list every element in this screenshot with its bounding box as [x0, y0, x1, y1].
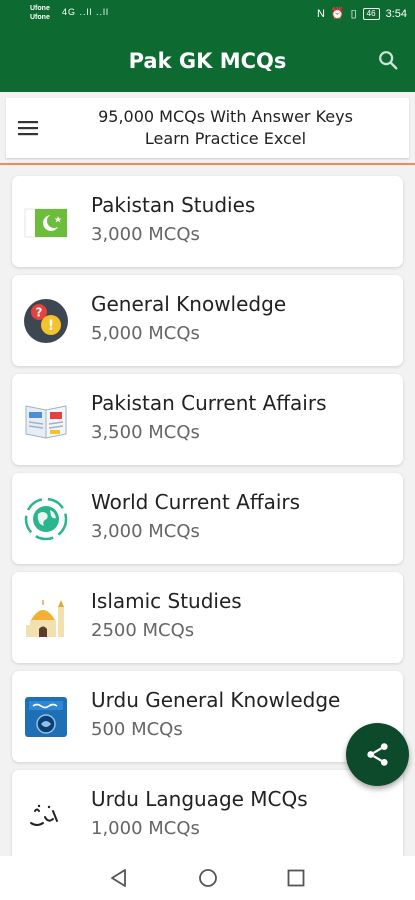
- status-bar: Ufone Ufone 4G ..ll ..ll N ⏰ ▯ 46 3:54: [0, 0, 415, 30]
- svg-text:!: !: [48, 318, 54, 334]
- status-right: N ⏰ ▯ 46 3:54: [317, 7, 407, 20]
- accent-divider: [0, 163, 415, 165]
- category-list: Pakistan Studies 3,000 MCQs ? ! General …: [12, 176, 403, 869]
- signal-indicator: 4G ..ll ..ll: [62, 7, 110, 17]
- banner-line-1: 95,000 MCQs With Answer Keys: [98, 107, 353, 126]
- status-time: 3:54: [385, 7, 407, 20]
- category-count: 3,000 MCQs: [91, 521, 200, 542]
- category-title: Islamic Studies: [91, 589, 242, 613]
- vibrate-icon: ▯: [350, 8, 357, 20]
- app-title: Pak GK MCQs: [128, 49, 287, 73]
- globe-icon: [24, 497, 68, 541]
- carrier-1: Ufone: [30, 5, 50, 12]
- banner-text: 95,000 MCQs With Answer Keys Learn Pract…: [50, 106, 401, 150]
- question-exclamation-icon: ? !: [24, 299, 68, 343]
- category-card-islamic-studies[interactable]: Islamic Studies 2500 MCQs: [12, 572, 403, 663]
- category-title: World Current Affairs: [91, 490, 301, 514]
- category-count: 500 MCQs: [91, 719, 183, 740]
- category-count: 3,000 MCQs: [91, 224, 200, 245]
- recents-square-icon[interactable]: [284, 866, 308, 890]
- banner-line-2: Learn Practice Excel: [144, 129, 307, 148]
- hamburger-menu-icon[interactable]: [16, 116, 40, 140]
- alarm-icon: ⏰: [330, 8, 345, 20]
- home-circle-icon[interactable]: [196, 866, 220, 890]
- category-card-urdu-general-knowledge[interactable]: Urdu General Knowledge 500 MCQs: [12, 671, 403, 762]
- category-count: 5,000 MCQs: [91, 323, 200, 344]
- battery-icon: 46: [362, 7, 380, 20]
- category-title: Pakistan Current Affairs: [91, 391, 327, 415]
- search-icon[interactable]: [377, 49, 399, 71]
- category-card-world-current-affairs[interactable]: World Current Affairs 3,000 MCQs: [12, 473, 403, 564]
- category-card-urdu-language[interactable]: Urdu Language MCQs 1,000 MCQs: [12, 770, 403, 861]
- back-triangle-icon[interactable]: [107, 866, 131, 890]
- urdu-calligraphy-icon: [23, 793, 69, 839]
- category-title: Urdu General Knowledge: [91, 688, 341, 712]
- category-count: 2500 MCQs: [91, 620, 195, 641]
- category-title: Urdu Language MCQs: [91, 787, 308, 811]
- category-count: 1,000 MCQs: [91, 818, 200, 839]
- category-card-general-knowledge[interactable]: ? ! General Knowledge 5,000 MCQs: [12, 275, 403, 366]
- share-icon: [367, 743, 388, 766]
- pakistan-flag-icon: [24, 208, 68, 238]
- category-count: 3,500 MCQs: [91, 422, 200, 443]
- carrier-2: Ufone: [30, 14, 50, 21]
- category-title: Pakistan Studies: [91, 193, 256, 217]
- svg-text:?: ?: [36, 306, 43, 320]
- category-card-pakistan-current-affairs[interactable]: Pakistan Current Affairs 3,500 MCQs: [12, 374, 403, 465]
- urdu-book-icon: [25, 697, 67, 737]
- header-banner: 95,000 MCQs With Answer Keys Learn Pract…: [6, 98, 409, 158]
- nfc-icon: N: [316, 7, 325, 20]
- newspaper-icon: [25, 405, 67, 439]
- share-fab-button[interactable]: [346, 723, 409, 786]
- mosque-icon: [26, 600, 64, 637]
- category-card-pakistan-studies[interactable]: Pakistan Studies 3,000 MCQs: [12, 176, 403, 267]
- category-title: General Knowledge: [91, 292, 287, 316]
- app-bar: Pak GK MCQs: [0, 30, 415, 92]
- system-navigation-bar: [0, 856, 415, 900]
- carrier-labels: Ufone Ufone: [30, 4, 50, 22]
